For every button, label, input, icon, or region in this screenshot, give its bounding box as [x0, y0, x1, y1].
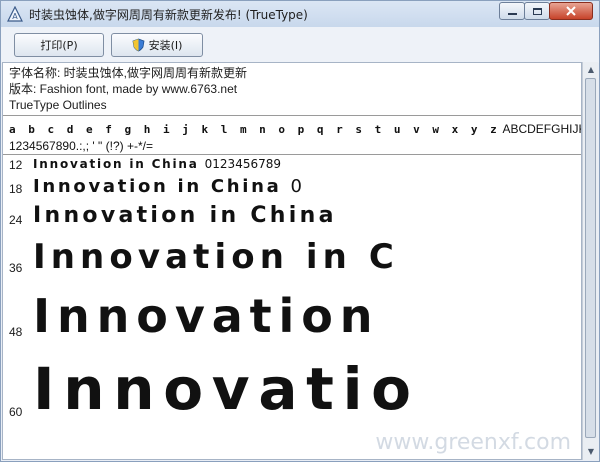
sample-row-60: 60 Innovatio: [3, 355, 581, 435]
minimize-button[interactable]: [499, 2, 525, 20]
character-set: a b c d e f g h i j k l m n o p q r s t …: [9, 121, 581, 154]
svg-text:A: A: [12, 12, 18, 21]
font-file-icon: A: [7, 6, 23, 22]
sample-text: Innovation in China 0123456789: [33, 157, 281, 171]
font-outlines-line: TrueType Outlines: [9, 98, 107, 112]
toolbar: 打印(P) 安装(I): [1, 27, 599, 63]
font-version-line: 版本: Fashion font, made by www.6763.net: [9, 82, 238, 96]
maximize-button[interactable]: [524, 2, 550, 20]
sample-text: Innovatio: [33, 355, 420, 423]
sample-text-value: Innovation in C: [33, 237, 399, 277]
separator: [3, 115, 581, 116]
sample-extra: 0123456789: [204, 157, 282, 171]
sample-row-18: 18 Innovation in China 0: [3, 176, 581, 200]
sample-text: Innovation in China: [33, 203, 337, 228]
sample-size-label: 36: [9, 261, 23, 275]
font-info: 字体名称: 时装虫蚀体,做字网周周有新款更新 版本: Fashion font,…: [9, 65, 247, 113]
vertical-scrollbar[interactable]: ▲ ▼: [582, 62, 598, 460]
scrollbar-thumb[interactable]: [585, 78, 596, 438]
sample-row-24: 24 Innovation in China: [3, 203, 581, 235]
sample-row-48: 48 Innovation: [3, 289, 581, 349]
sample-text-value: Innovatio: [33, 355, 420, 423]
font-preview-pane: 字体名称: 时装虫蚀体,做字网周周有新款更新 版本: Fashion font,…: [2, 62, 582, 460]
sample-row-12: 12 Innovation in China 0123456789: [3, 157, 581, 175]
sample-size-label: 48: [9, 325, 23, 339]
sample-text: Innovation: [33, 289, 379, 343]
sample-text-value: Innovation in China: [33, 176, 282, 197]
sample-text-value: Innovation: [33, 289, 380, 343]
sample-text-value: Innovation in China: [33, 203, 337, 228]
install-button[interactable]: 安装(I): [111, 33, 203, 57]
maximize-icon: [532, 7, 542, 15]
sample-text-value: Innovation in China: [33, 157, 199, 171]
close-icon: [566, 6, 576, 16]
sample-size-label: 60: [9, 405, 23, 419]
sample-text: Innovation in C: [33, 237, 399, 277]
window-controls: [499, 2, 593, 20]
title-bar: A 时装虫蚀体,做字网周周有新款更新发布! (TrueType): [1, 1, 599, 27]
font-name-line: 字体名称: 时装虫蚀体,做字网周周有新款更新: [9, 66, 248, 80]
sample-size-label: 24: [9, 213, 23, 227]
sample-row-36: 36 Innovation in C: [3, 237, 581, 285]
scroll-up-icon[interactable]: ▲: [586, 64, 596, 76]
minimize-icon: [507, 13, 517, 15]
charset-uppercase: ABCDEFGHIJKLMNOPQRSTUVWXYZ: [502, 122, 581, 136]
window-title: 时装虫蚀体,做字网周周有新款更新发布! (TrueType): [29, 7, 308, 22]
sample-size-label: 12: [9, 158, 23, 172]
print-button-label: 打印(P): [40, 39, 78, 52]
separator: [3, 154, 581, 155]
print-button[interactable]: 打印(P): [14, 33, 104, 57]
install-button-label: 安装(I): [148, 39, 183, 52]
watermark: www.greenxf.com: [375, 430, 571, 455]
scroll-down-icon[interactable]: ▼: [586, 446, 596, 458]
shield-icon: [132, 38, 145, 52]
sample-size-label: 18: [9, 182, 23, 196]
charset-lowercase: a b c d e f g h i j k l m n o p q r s t …: [9, 123, 500, 136]
sample-text: Innovation in China 0: [33, 176, 302, 197]
sample-extra: 0: [290, 176, 302, 197]
charset-digits: 1234567890.:,; ' " (!?) +-*/=: [9, 139, 153, 153]
close-button[interactable]: [549, 2, 593, 20]
